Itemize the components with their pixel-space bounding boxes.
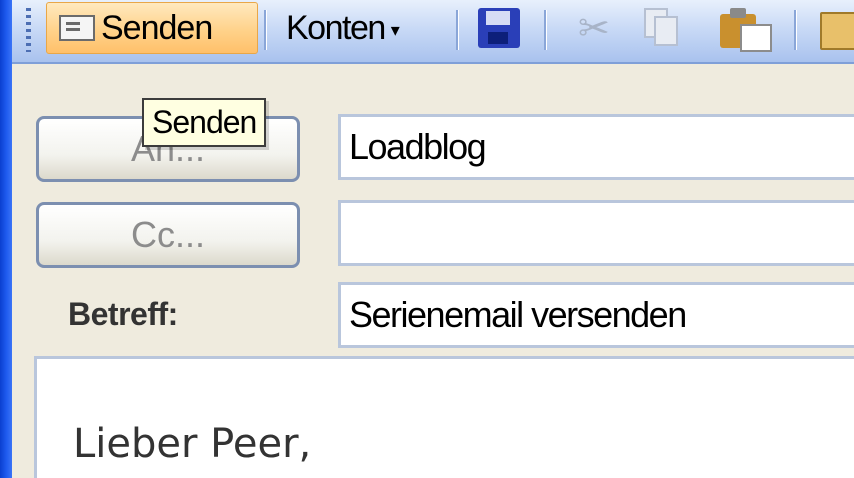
toolbar-separator <box>794 10 797 50</box>
paste-icon[interactable] <box>720 6 774 52</box>
message-compose-window: Senden Konten ▾ ✂ An... Loadblog Cc... B… <box>0 0 854 478</box>
message-body-editor[interactable]: Lieber Peer, <box>34 356 854 478</box>
to-field[interactable]: Loadblog <box>338 114 854 180</box>
send-button[interactable]: Senden <box>46 2 258 54</box>
to-field-value: Loadblog <box>349 126 487 167</box>
cc-button-label: Cc... <box>130 214 205 255</box>
send-button-label: Senden <box>101 8 213 47</box>
standard-toolbar: Senden Konten ▾ ✂ <box>12 0 854 64</box>
toolbar-separator <box>456 10 459 50</box>
subject-field[interactable]: Serienemail versenden <box>338 282 854 348</box>
chevron-down-icon: ▾ <box>390 19 400 40</box>
window-border <box>0 0 12 478</box>
copy-icon[interactable] <box>644 8 678 46</box>
save-icon[interactable] <box>478 8 520 48</box>
toolbar-separator <box>264 10 267 50</box>
send-icon <box>59 15 95 41</box>
cut-icon[interactable]: ✂ <box>578 6 610 51</box>
body-greeting-text: Lieber Peer, <box>73 421 312 467</box>
send-tooltip: Senden <box>142 98 267 147</box>
cc-field[interactable] <box>338 200 854 266</box>
toolbar-separator <box>544 10 547 50</box>
attach-icon[interactable] <box>820 12 854 50</box>
cc-button[interactable]: Cc... <box>36 202 300 268</box>
toolbar-grip[interactable] <box>26 8 31 52</box>
accounts-button-label: Konten <box>286 8 386 47</box>
subject-field-value: Serienemail versenden <box>349 294 687 335</box>
subject-label: Betreff: <box>68 296 178 332</box>
accounts-button[interactable]: Konten ▾ <box>280 2 446 54</box>
